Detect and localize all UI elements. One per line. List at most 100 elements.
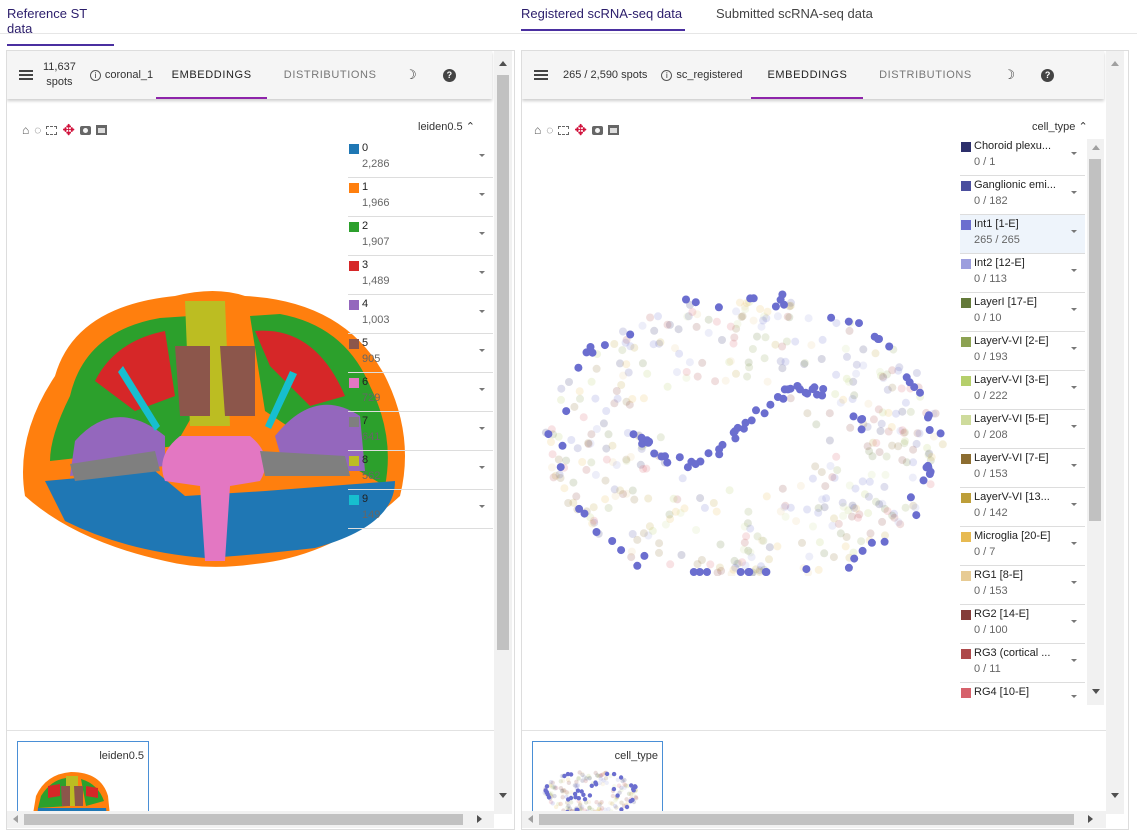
chevron-down-icon[interactable] <box>1071 191 1077 194</box>
scroll-up-icon[interactable] <box>499 61 507 66</box>
chevron-down-icon[interactable] <box>479 505 485 508</box>
scroll-down-icon[interactable] <box>1111 793 1119 798</box>
chevron-down-icon[interactable] <box>479 154 485 157</box>
scroll-thumb[interactable] <box>497 75 509 650</box>
left-horizontal-scrollbar[interactable] <box>7 811 494 828</box>
legend-item[interactable]: Choroid plexu... 0 / 1 <box>960 137 1085 176</box>
legend-item[interactable]: LayerV-VI [5-E] 0 / 208 <box>960 410 1085 449</box>
tab-embeddings[interactable]: EMBEDDINGS <box>751 51 864 99</box>
chevron-down-icon[interactable] <box>1071 695 1077 698</box>
legend-item[interactable]: 7 641 <box>348 412 493 451</box>
right-vertical-scrollbar[interactable] <box>1106 51 1124 814</box>
camera-icon[interactable] <box>79 125 91 135</box>
scroll-left-icon[interactable] <box>528 815 533 823</box>
home-icon[interactable]: ⌂ <box>22 123 29 137</box>
thumbnail-leiden[interactable]: leiden0.5 <box>17 741 149 813</box>
embedding-plot[interactable] <box>532 276 957 576</box>
tab-distributions[interactable]: DISTRIBUTIONS <box>863 51 987 99</box>
chevron-down-icon[interactable] <box>479 193 485 196</box>
legend-item[interactable]: 4 1,003 <box>348 295 493 334</box>
chevron-down-icon[interactable] <box>1071 230 1077 233</box>
scroll-thumb[interactable] <box>1089 159 1101 521</box>
pan-icon[interactable]: ✥ <box>62 121 75 139</box>
legend-item[interactable]: 5 905 <box>348 334 493 373</box>
legend-header[interactable]: cell_type ⌃ <box>1032 120 1088 133</box>
section-tab-registered-scrna[interactable]: Registered scRNA-seq data <box>521 6 685 31</box>
legend-item[interactable]: RG1 [8-E] 0 / 153 <box>960 566 1085 605</box>
legend-header[interactable]: leiden0.5 ⌃ <box>418 120 475 133</box>
chevron-down-icon[interactable] <box>1071 386 1077 389</box>
thumbnail-cell-type[interactable]: cell_type <box>532 741 663 813</box>
chevron-down-icon[interactable] <box>1071 269 1077 272</box>
scroll-left-icon[interactable] <box>13 815 18 823</box>
legend-item-selected[interactable]: Int1 [1-E] 265 / 265 <box>960 215 1085 254</box>
chevron-down-icon[interactable] <box>479 232 485 235</box>
chevron-down-icon[interactable] <box>1071 581 1077 584</box>
image-icon[interactable] <box>607 125 619 135</box>
pan-icon[interactable]: ✥ <box>574 121 587 139</box>
left-vertical-scrollbar[interactable] <box>494 51 512 814</box>
chevron-down-icon[interactable] <box>1071 308 1077 311</box>
chevron-down-icon[interactable] <box>479 349 485 352</box>
lasso-icon[interactable]: ◌ <box>546 123 553 137</box>
chevron-down-icon[interactable] <box>479 271 485 274</box>
menu-icon[interactable] <box>534 70 548 80</box>
chevron-down-icon[interactable] <box>1071 425 1077 428</box>
legend-item[interactable]: 6 729 <box>348 373 493 412</box>
legend-item[interactable]: Ganglionic emi... 0 / 182 <box>960 176 1085 215</box>
scroll-thumb[interactable] <box>24 814 463 825</box>
legend-item[interactable]: 0 2,286 <box>348 139 493 178</box>
dataset-info[interactable]: i coronal_1 <box>89 69 153 81</box>
scroll-right-icon[interactable] <box>1088 815 1093 823</box>
chevron-down-icon[interactable] <box>1071 542 1077 545</box>
help-icon[interactable]: ? <box>442 68 456 82</box>
scroll-thumb[interactable] <box>539 814 1074 825</box>
dark-mode-icon[interactable]: ☽ <box>405 67 417 83</box>
legend-item[interactable]: RG4 [10-E] <box>960 683 1085 703</box>
chevron-down-icon[interactable] <box>1071 659 1077 662</box>
legend-item[interactable]: 8 562 <box>348 451 493 490</box>
legend-item[interactable]: LayerV-VI [7-E] 0 / 153 <box>960 449 1085 488</box>
scroll-down-icon[interactable] <box>1092 689 1100 694</box>
chevron-down-icon[interactable] <box>1071 620 1077 623</box>
legend-item[interactable]: LayerV-VI [13... 0 / 142 <box>960 488 1085 527</box>
chevron-down-icon[interactable] <box>1071 464 1077 467</box>
lasso-icon[interactable]: ◌ <box>34 123 41 137</box>
legend-item[interactable]: 9 149 <box>348 490 493 529</box>
legend-item[interactable]: LayerV-VI [2-E] 0 / 193 <box>960 332 1085 371</box>
chevron-down-icon[interactable] <box>479 310 485 313</box>
legend-item[interactable]: 1 1,966 <box>348 178 493 217</box>
legend-item[interactable]: 3 1,489 <box>348 256 493 295</box>
section-tab-reference-st[interactable]: Reference ST data <box>7 6 114 46</box>
menu-icon[interactable] <box>19 70 33 80</box>
chevron-down-icon[interactable] <box>1071 347 1077 350</box>
tab-distributions[interactable]: DISTRIBUTIONS <box>267 51 393 99</box>
legend-item[interactable]: RG3 (cortical ... 0 / 11 <box>960 644 1085 683</box>
help-icon[interactable]: ? <box>1041 68 1055 82</box>
scroll-right-icon[interactable] <box>477 815 482 823</box>
legend-scrollbar[interactable] <box>1087 139 1104 705</box>
legend-item[interactable]: 2 1,907 <box>348 217 493 256</box>
section-tab-submitted-scrna[interactable]: Submitted scRNA-seq data <box>716 6 873 29</box>
scroll-up-icon[interactable] <box>1092 145 1100 150</box>
dataset-info[interactable]: i sc_registered <box>661 69 742 81</box>
chevron-down-icon[interactable] <box>479 427 485 430</box>
right-horizontal-scrollbar[interactable] <box>522 811 1106 828</box>
chevron-down-icon[interactable] <box>1071 503 1077 506</box>
scroll-down-icon[interactable] <box>499 793 507 798</box>
legend-item[interactable]: Int2 [12-E] 0 / 113 <box>960 254 1085 293</box>
camera-icon[interactable] <box>591 125 603 135</box>
legend-item[interactable]: LayerI [17-E] 0 / 10 <box>960 293 1085 332</box>
tab-embeddings[interactable]: EMBEDDINGS <box>156 51 268 99</box>
scroll-up-icon[interactable] <box>1111 61 1119 66</box>
home-icon[interactable]: ⌂ <box>534 123 541 137</box>
image-icon[interactable] <box>95 125 107 135</box>
legend-item[interactable]: Microglia [20-E] 0 / 7 <box>960 527 1085 566</box>
legend-item[interactable]: RG2 [14-E] 0 / 100 <box>960 605 1085 644</box>
box-select-icon[interactable] <box>46 125 58 135</box>
box-select-icon[interactable] <box>558 125 570 135</box>
chevron-down-icon[interactable] <box>1071 152 1077 155</box>
dark-mode-icon[interactable]: ☽ <box>1003 67 1015 83</box>
chevron-down-icon[interactable] <box>479 466 485 469</box>
legend-item[interactable]: LayerV-VI [3-E] 0 / 222 <box>960 371 1085 410</box>
